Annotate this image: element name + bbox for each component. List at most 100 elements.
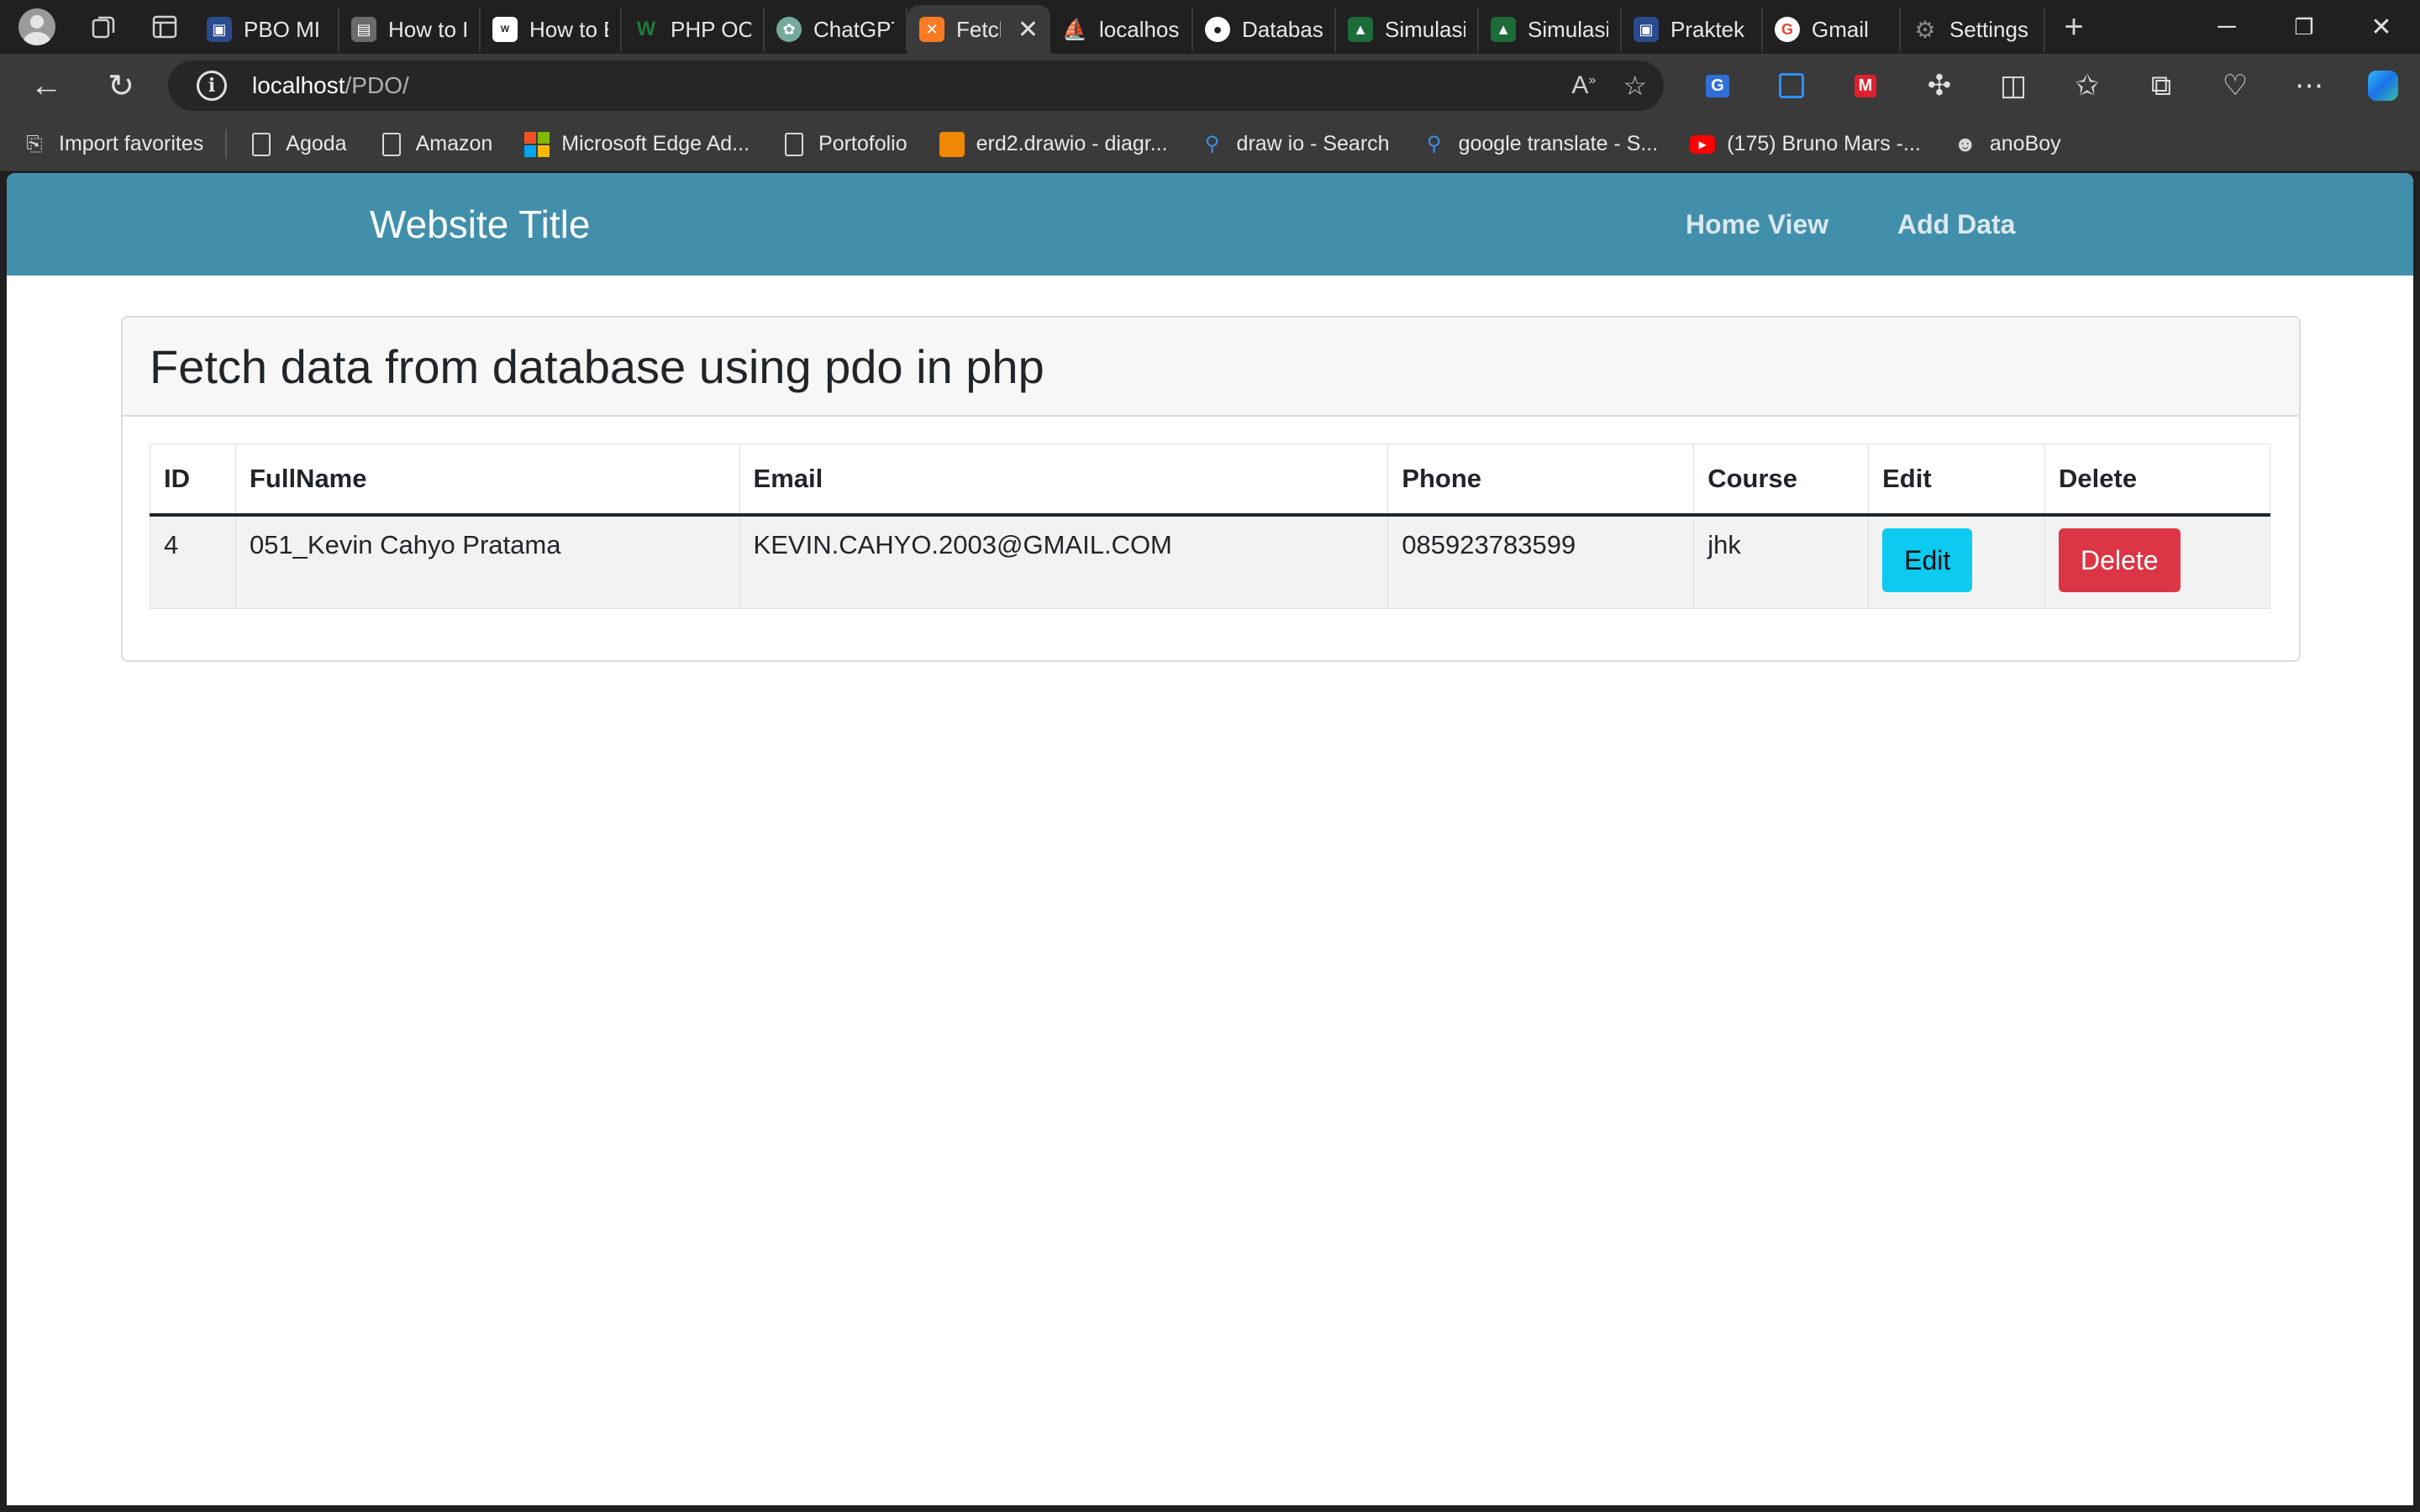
tab-title: Simulasi — [1528, 16, 1608, 42]
tab-actions-icon[interactable] — [134, 0, 195, 54]
new-tab-plus-icon[interactable]: + — [2045, 0, 2102, 54]
favorite-star-icon[interactable]: ☆ — [1623, 70, 1647, 102]
tab-title: Praktek C — [1670, 16, 1749, 42]
students-table: ID FullName Email Phone Course Edit Dele… — [150, 444, 2270, 609]
favorite-label: Portofolio — [818, 132, 908, 155]
favorite-agoda[interactable]: Agoda — [249, 132, 347, 157]
site-title[interactable]: Website Title — [370, 173, 590, 276]
favorite-label: google translate - S... — [1458, 132, 1659, 155]
search-icon: ⚲ — [1426, 133, 1442, 155]
browser-tab-active[interactable]: ✕ Fetch ✕ — [908, 5, 1050, 54]
column-header-edit: Edit — [1868, 444, 2046, 517]
tab-favicon-icon: ▤ — [351, 17, 376, 42]
extension-red-icon[interactable]: M — [1828, 54, 1902, 118]
more-options-icon[interactable]: ⋯ — [2272, 54, 2346, 118]
page-icon — [781, 132, 807, 157]
search-icon: ⚲ — [1204, 133, 1220, 155]
browser-tab[interactable]: ▣ PBO MI 2 — [195, 8, 339, 51]
minimize-icon[interactable]: ─ — [2188, 0, 2265, 54]
restore-icon[interactable]: ❐ — [2265, 0, 2343, 54]
favorite-anoboy[interactable]: ☻ anoBoy — [1953, 131, 2061, 157]
favorite-label: draw io - Search — [1236, 132, 1390, 155]
browser-tab[interactable]: G Gmail — [1763, 8, 1901, 51]
favorite-youtube[interactable]: ▶ (175) Bruno Mars -... — [1690, 132, 1921, 157]
screenshot-icon[interactable] — [1754, 54, 1828, 118]
microsoft-logo-icon — [524, 131, 550, 157]
anoboy-icon: ☻ — [1954, 131, 1977, 156]
tab-favicon-icon: ▣ — [1634, 17, 1659, 42]
tab-title: Fetch — [956, 16, 1001, 42]
nav-home-view-link[interactable]: Home View — [1686, 173, 1828, 276]
browser-essentials-icon[interactable]: ♡ — [2198, 54, 2272, 118]
address-bar[interactable]: i localhost/PDO/ A» ☆ — [168, 60, 1664, 111]
tab-favicon-icon: ▣ — [207, 17, 232, 42]
favorite-google-translate[interactable]: ⚲ google translate - S... — [1422, 132, 1659, 157]
drawio-icon — [939, 131, 965, 157]
browser-tab[interactable]: ⚙ Settings — [1901, 8, 2045, 51]
edit-button[interactable]: Edit — [1882, 528, 1973, 592]
tab-title: Gmail — [1812, 16, 1869, 42]
favorite-label: Microsoft Edge Ad... — [561, 132, 750, 155]
page-viewport: Website Title Home View Add Data Fetch d… — [7, 173, 2413, 1505]
favorite-microsoft-edge[interactable]: Microsoft Edge Ad... — [524, 131, 750, 157]
browser-tab-strip: ▣ PBO MI 2 ▤ How to Ir W How to E W PHP … — [0, 0, 2420, 54]
cell-id: 4 — [150, 514, 236, 609]
cell-delete: Delete — [2044, 514, 2270, 609]
close-window-icon[interactable]: ✕ — [2343, 0, 2420, 54]
xampp-icon: ✕ — [919, 17, 944, 42]
browser-tab[interactable]: ▤ How to Ir — [339, 8, 481, 51]
favorite-amazon[interactable]: Amazon — [379, 132, 492, 157]
cell-phone: 085923783599 — [1387, 514, 1695, 609]
back-arrow-icon[interactable]: ← — [0, 54, 92, 118]
favorites-divider — [225, 129, 228, 159]
extensions-puzzle-icon[interactable]: ✣ — [1902, 54, 1976, 118]
column-header-id: ID — [150, 444, 236, 517]
tab-favicon-icon: W — [492, 17, 518, 42]
tab-title: How to Ir — [388, 16, 467, 42]
browser-tab[interactable]: W How to E — [481, 8, 622, 51]
browser-tab[interactable]: ▣ Praktek C — [1622, 8, 1763, 51]
browser-tab[interactable]: ● Database — [1193, 8, 1336, 51]
collections-icon[interactable]: ⧉ — [2124, 54, 2198, 118]
tab-title: localhost — [1099, 16, 1180, 42]
tab-favicon-icon: ▲ — [1491, 17, 1516, 42]
nav-add-data-link[interactable]: Add Data — [1897, 173, 2015, 276]
page-heading: Fetch data from database using pdo in ph… — [150, 339, 1044, 393]
workspaces-icon[interactable] — [74, 0, 134, 54]
read-aloud-icon[interactable]: A» — [1571, 71, 1596, 100]
translate-icon[interactable]: G — [1681, 54, 1754, 118]
favorite-import[interactable]: ⎘ Import favorites — [22, 132, 203, 157]
favorite-portofolio[interactable]: Portofolio — [781, 132, 908, 157]
cell-fullname: 051_Kevin Cahyo Pratama — [234, 514, 740, 609]
page-icon — [249, 132, 274, 157]
favorite-label: anoBoy — [1989, 132, 2061, 155]
column-header-delete: Delete — [2044, 444, 2270, 517]
profile-button[interactable] — [0, 0, 74, 54]
tab-title: Simulasi — [1385, 16, 1465, 42]
chatgpt-icon: ✿ — [776, 17, 802, 42]
tab-title: PBO MI 2 — [244, 16, 326, 42]
tab-title: ChatGPT — [813, 16, 894, 42]
favorite-drawio-search[interactable]: ⚲ draw io - Search — [1200, 132, 1390, 157]
browser-tab[interactable]: ⛵ localhost — [1050, 8, 1193, 51]
copilot-icon[interactable] — [2346, 54, 2420, 118]
browser-tab[interactable]: ▲ Simulasi — [1336, 8, 1479, 51]
delete-button[interactable]: Delete — [2059, 528, 2181, 592]
close-tab-icon[interactable]: ✕ — [1018, 15, 1039, 45]
tab-title: Database — [1242, 16, 1323, 42]
table-header-row: ID FullName Email Phone Course Edit Dele… — [150, 444, 2270, 517]
settings-gear-icon: ⚙ — [1914, 16, 1936, 43]
favorites-icon[interactable]: ✩ — [2050, 54, 2124, 118]
page-icon — [379, 132, 404, 157]
split-screen-icon[interactable]: ◫ — [1976, 54, 2050, 118]
browser-tab[interactable]: W PHP OOP — [622, 8, 765, 51]
youtube-icon: ▶ — [1690, 132, 1716, 157]
column-header-course: Course — [1693, 444, 1870, 517]
browser-tab[interactable]: ▲ Simulasi — [1479, 8, 1622, 51]
favorites-bar: ⎘ Import favorites Agoda Amazon Microsof… — [0, 118, 2420, 171]
browser-tab[interactable]: ✿ ChatGPT — [765, 8, 908, 51]
favorite-drawio[interactable]: erd2.drawio - diagr... — [939, 131, 1168, 157]
refresh-icon[interactable]: ↻ — [92, 54, 150, 118]
site-info-icon[interactable]: i — [197, 71, 227, 101]
tab-favicon-icon: ▲ — [1348, 17, 1373, 42]
